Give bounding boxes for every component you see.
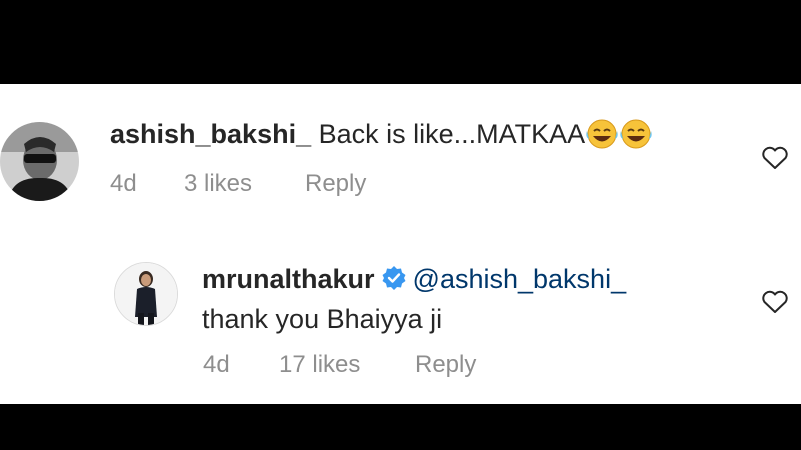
reply-time: 4d: [203, 351, 230, 378]
avatar-mrunalthakur[interactable]: [114, 262, 178, 326]
laughing-emoji-icon: [585, 119, 619, 156]
reply-likes-count[interactable]: 17 likes: [279, 351, 360, 379]
reply-reply-button[interactable]: Reply: [415, 351, 476, 379]
verified-badge-icon: [381, 265, 407, 298]
reply-meta: 4d 17 likes Reply: [0, 351, 801, 381]
reply-username[interactable]: mrunalthakur: [202, 264, 375, 294]
comment-username[interactable]: ashish_bakshi_: [110, 119, 311, 149]
laughing-emoji-icon: [619, 119, 653, 156]
comment-likes-count[interactable]: 3 likes: [184, 170, 252, 198]
comment-meta: 4d 3 likes Reply: [0, 170, 801, 200]
comment-time: 4d: [110, 170, 137, 197]
reply-text: thank you Bhaiyya ji: [202, 304, 443, 334]
comment-text: Back is like...MATKAA: [318, 119, 586, 149]
comment-line: ashish_bakshi_ Back is like...MATKAA: [110, 118, 653, 156]
reply-line-1: mrunalthakur @ashish_bakshi_: [202, 263, 626, 298]
reply-mention-link[interactable]: @ashish_bakshi_: [413, 264, 627, 294]
like-heart-icon[interactable]: [761, 146, 789, 175]
comment-reply-button[interactable]: Reply: [305, 170, 366, 198]
reply-line-2: thank you Bhaiyya ji: [202, 303, 442, 335]
comments-panel: ashish_bakshi_ Back is like...MATKAA 4d …: [0, 84, 801, 404]
like-heart-icon[interactable]: [761, 290, 789, 319]
